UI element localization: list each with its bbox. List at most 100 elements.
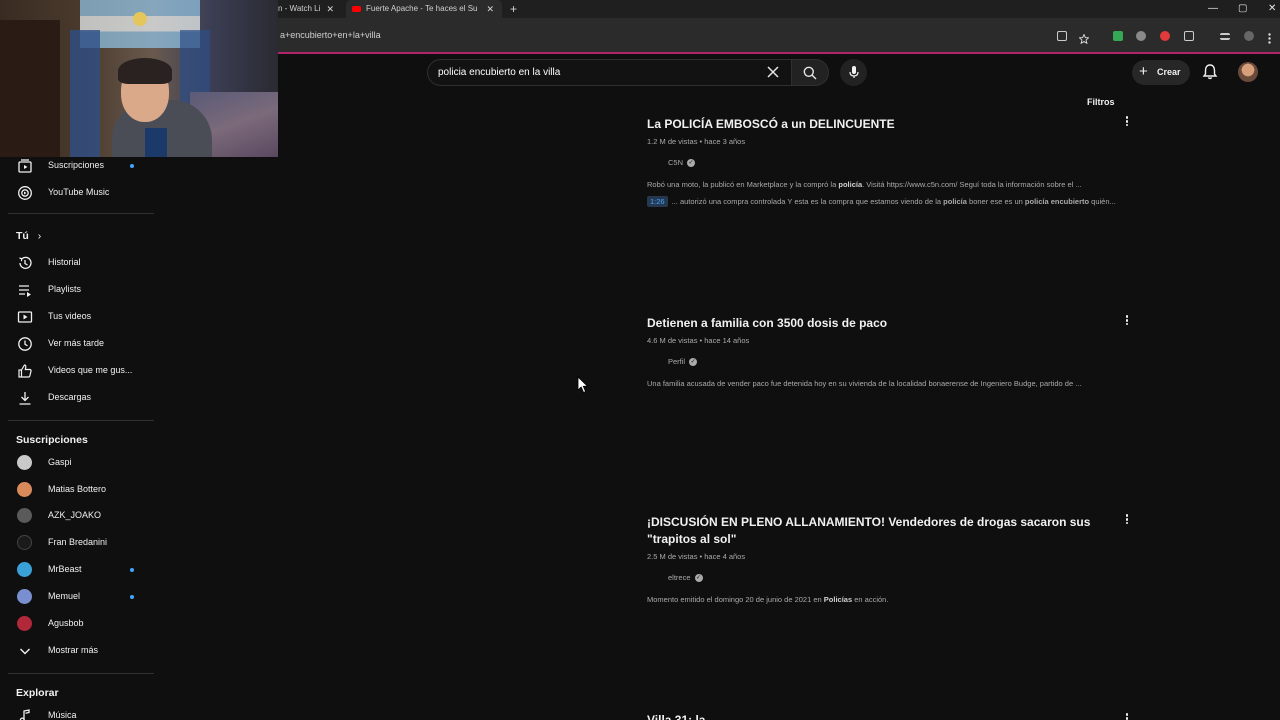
you-heading-label: Tú <box>16 230 29 242</box>
sidebar-item-label: Música <box>48 710 77 720</box>
tab-close-icon[interactable]: ✕ <box>326 0 334 18</box>
show-more-label: Mostrar más <box>48 645 99 655</box>
more-actions-icon[interactable] <box>1122 712 1132 720</box>
sidebar-item-liked-videos[interactable]: Videos que me gus... <box>0 358 154 384</box>
webcam-flag-sun <box>133 12 147 26</box>
video-chapter-snippet[interactable]: 1:26... autorizó una compra controlada Y… <box>647 196 1147 208</box>
search-result[interactable]: La POLICÍA EMBOSCÓ a un DELINCUENTE 1.2 … <box>647 116 1147 208</box>
extension-red-icon[interactable] <box>1160 31 1170 41</box>
more-actions-icon[interactable] <box>1122 513 1132 527</box>
sidebar-explore-heading: Explorar <box>16 687 59 699</box>
sidebar-channel-gaspi[interactable]: Gaspi <box>0 450 154 476</box>
sidebar-channel-matias-bottero[interactable]: Matias Bottero <box>0 477 154 503</box>
playlists-icon <box>19 285 31 297</box>
downloads-icon <box>19 392 31 405</box>
sidebar-channel-agusbob[interactable]: Agusbob <box>0 611 154 637</box>
sidebar-item-downloads[interactable]: Descargas <box>0 385 154 411</box>
more-actions-icon[interactable] <box>1122 314 1132 328</box>
minimize-button[interactable]: — <box>1208 0 1218 18</box>
notifications-bell-icon[interactable] <box>1201 63 1219 81</box>
verified-check-icon: ✓ <box>687 159 696 168</box>
video-title[interactable]: La POLICÍA EMBOSCÓ a un DELINCUENTE <box>647 116 1147 133</box>
verified-check-icon: ✓ <box>689 358 698 367</box>
sidebar-item-label: Suscripciones <box>48 160 105 170</box>
browser-tab-watch[interactable]: n - Watch Li ✕ <box>278 0 342 18</box>
video-description: Momento emitido el domingo 20 de junio d… <box>647 595 889 605</box>
bookmark-star-icon[interactable] <box>1078 31 1090 45</box>
webcam-curtain-left <box>70 30 100 157</box>
channel-link[interactable]: eltrece ✓ <box>668 573 1117 583</box>
video-description: Robó una moto, la publicó en Marketplace… <box>647 180 1082 190</box>
music-icon <box>19 709 30 720</box>
search-result-partial[interactable]: Villa 31: la ... <box>647 712 1147 720</box>
channel-avatar <box>17 562 32 577</box>
sidebar-item-playlists[interactable]: Playlists <box>0 277 154 303</box>
sidebar-item-label: Playlists <box>48 284 82 294</box>
webcam-person-hair <box>118 58 172 84</box>
search-result[interactable]: Detienen a familia con 3500 dosis de pac… <box>647 315 1147 388</box>
create-button[interactable]: + Crear <box>1132 60 1190 85</box>
video-meta: 2.5 M de vistas • hace 4 años <box>647 552 746 561</box>
sidebar-item-watch-later[interactable]: Ver más tarde <box>0 331 154 357</box>
more-actions-icon[interactable] <box>1122 115 1132 129</box>
reading-list-icon[interactable] <box>1220 33 1230 40</box>
channel-name: Matias Bottero <box>48 484 107 494</box>
sidebar-item-history[interactable]: Historial <box>0 250 154 276</box>
channel-avatar <box>17 482 32 497</box>
sidebar-item-your-videos[interactable]: Tus videos <box>0 304 154 330</box>
channel-name: C5N <box>668 158 684 167</box>
sidebar-channel-fran-bredanini[interactable]: Fran Bredanini <box>0 530 154 556</box>
your-videos-icon <box>17 311 33 323</box>
sidebar-divider <box>8 420 154 421</box>
channel-name: Fran Bredanini <box>48 537 108 547</box>
cast-icon[interactable] <box>1057 31 1067 41</box>
sidebar-item-subscriptions[interactable]: Suscripciones <box>0 153 154 179</box>
video-title[interactable]: Detienen a familia con 3500 dosis de pac… <box>647 315 1147 332</box>
sidebar-item-music[interactable]: Música <box>0 703 154 720</box>
search-result[interactable]: ¡DISCUSIÓN EN PLENO ALLANAMIENTO! Vended… <box>647 514 1117 604</box>
search-button[interactable] <box>791 59 829 86</box>
subscriptions-icon <box>18 159 32 173</box>
youtube-favicon-icon <box>352 5 361 12</box>
chevron-down-icon <box>20 648 30 655</box>
browser-tab-active[interactable]: Fuerte Apache - Te haces el Su ✕ <box>346 0 502 18</box>
channel-link[interactable]: Perfil ✓ <box>668 357 1147 367</box>
channel-avatar <box>17 455 32 470</box>
browser-menu-icon[interactable] <box>1268 31 1271 44</box>
tab-close-icon[interactable]: ✕ <box>486 0 494 18</box>
video-title[interactable]: ¡DISCUSIÓN EN PLENO ALLANAMIENTO! Vended… <box>647 514 1117 548</box>
sidebar-divider <box>8 213 154 214</box>
filters-button[interactable]: Filtros <box>1087 97 1115 107</box>
sidebar-item-label: Descargas <box>48 392 92 402</box>
account-avatar[interactable] <box>1238 62 1258 82</box>
youtube-music-icon <box>18 186 32 200</box>
sidebar-item-label: Videos que me gus... <box>48 365 133 375</box>
channel-name: AZK_JOAKO <box>48 510 102 520</box>
extension-green-icon[interactable] <box>1113 31 1123 41</box>
channel-avatar <box>17 616 32 631</box>
chevron-right-icon: › <box>37 230 42 242</box>
channel-link[interactable]: C5N ✓ <box>668 158 1147 168</box>
voice-search-button[interactable] <box>840 59 867 86</box>
webcam-shelf <box>0 20 60 157</box>
chapter-timestamp[interactable]: 1:26 <box>647 196 668 208</box>
close-window-button[interactable]: ✕ <box>1268 0 1276 18</box>
sidebar-item-youtube-music[interactable]: YouTube Music <box>0 180 154 206</box>
sidebar-channel-azk-joako[interactable]: AZK_JOAKO <box>0 503 154 529</box>
sidebar-channel-mrbeast[interactable]: MrBeast <box>0 557 154 583</box>
video-title[interactable]: Villa 31: la ... <box>647 712 1147 720</box>
channel-name: eltrece <box>668 573 691 582</box>
channel-name: Agusbob <box>48 618 84 628</box>
new-tab-button[interactable]: + <box>510 0 517 18</box>
sidebar-show-more[interactable]: Mostrar más <box>0 638 154 664</box>
search-input[interactable]: policia encubierto en la villa <box>427 59 791 86</box>
extensions-puzzle-icon[interactable] <box>1184 31 1194 41</box>
video-description: Una familia acusada de vender paco fue d… <box>647 379 1082 389</box>
sidebar-channel-memuel[interactable]: Memuel <box>0 584 154 610</box>
clear-search-icon[interactable] <box>766 63 780 84</box>
maximize-button[interactable]: ▢ <box>1238 0 1247 18</box>
sidebar-you-heading[interactable]: Tú › <box>16 230 41 242</box>
extension-globe-icon[interactable] <box>1136 31 1146 41</box>
profile-icon[interactable] <box>1244 31 1254 41</box>
url-field[interactable]: a+encubierto+en+la+villa <box>280 30 381 40</box>
